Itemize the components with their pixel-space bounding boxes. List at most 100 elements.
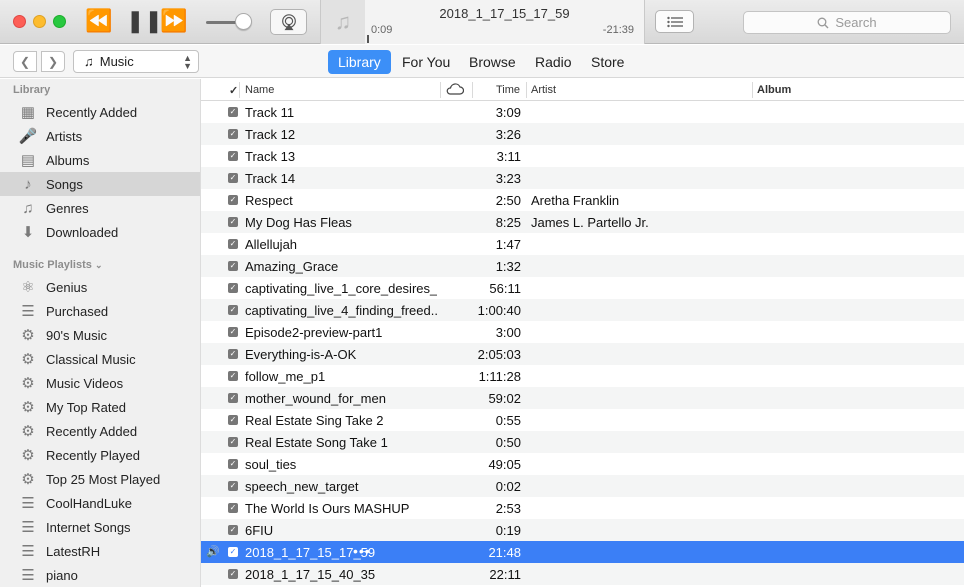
table-row[interactable]: ✓ speech_new_target 0:02 — [201, 475, 964, 497]
sidebar-item-downloaded[interactable]: ⬇ Downloaded — [0, 220, 200, 244]
media-kind-select[interactable]: ♫ Music ▲ ▼ — [73, 50, 199, 73]
window-close-button[interactable] — [13, 15, 26, 28]
track-time: 22:11 — [489, 567, 521, 582]
row-checkbox[interactable]: ✓ — [228, 305, 238, 315]
more-options-button[interactable]: ••• — [353, 543, 371, 559]
row-checkbox[interactable]: ✓ — [228, 195, 238, 205]
row-checkbox[interactable]: ✓ — [228, 349, 238, 359]
table-row[interactable]: ✓ follow_me_p1 1:11:28 — [201, 365, 964, 387]
table-row[interactable]: ✓ Track 12 3:26 — [201, 123, 964, 145]
table-row[interactable]: ✓ Amazing_Grace 1:32 — [201, 255, 964, 277]
table-row[interactable]: ✓ Real Estate Song Take 1 0:50 — [201, 431, 964, 453]
gear-icon: ⚙ — [21, 399, 35, 416]
row-checkbox[interactable]: ✓ — [228, 459, 238, 469]
volume-knob[interactable] — [235, 13, 252, 30]
row-checkbox[interactable]: ✓ — [228, 547, 238, 557]
tab-radio[interactable]: Radio — [525, 50, 582, 74]
table-row[interactable]: ✓ soul_ties 49:05 — [201, 453, 964, 475]
tab-library[interactable]: Library — [328, 50, 391, 74]
row-checkbox[interactable]: ✓ — [228, 415, 238, 425]
sidebar-item-songs[interactable]: ♪ Songs — [0, 172, 200, 196]
table-row[interactable]: ✓ The World Is Ours MASHUP 2:53 — [201, 497, 964, 519]
sidebar-item-artists[interactable]: 🎤 Artists — [0, 124, 200, 148]
table-row[interactable]: ✓ Episode2-preview-part1 3:00 — [201, 321, 964, 343]
sidebar-item-internet-songs[interactable]: ☰ Internet Songs — [0, 515, 200, 539]
playlists-header[interactable]: Music Playlists ⌄ — [13, 259, 102, 271]
row-checkbox[interactable]: ✓ — [228, 481, 238, 491]
music-note-icon: ♫ — [84, 54, 94, 69]
playlists-header-label: Music Playlists — [13, 259, 92, 271]
sidebar-item-albums[interactable]: ▤ Albums — [0, 148, 200, 172]
sidebar-item-recently-played[interactable]: ⚙ Recently Played — [0, 443, 200, 467]
table-row[interactable]: ✓ Track 14 3:23 — [201, 167, 964, 189]
track-name: Track 13 — [245, 149, 296, 164]
row-checkbox[interactable]: ✓ — [228, 173, 238, 183]
row-checkbox[interactable]: ✓ — [228, 393, 238, 403]
window-zoom-button[interactable] — [53, 15, 66, 28]
sidebar-item-top-25-most-played[interactable]: ⚙ Top 25 Most Played — [0, 467, 200, 491]
table-row[interactable]: ✓ Everything-is-A-OK 2:05:03 — [201, 343, 964, 365]
row-checkbox[interactable]: ✓ — [228, 261, 238, 271]
sidebar-item-label: Internet Songs — [46, 519, 131, 535]
column-time[interactable]: Time — [496, 84, 520, 96]
table-row[interactable]: ✓ Respect 2:50 Aretha Franklin — [201, 189, 964, 211]
sidebar-item-recently-added[interactable]: ▦ Recently Added — [0, 100, 200, 124]
table-row[interactable]: ✓ 6FIU 0:19 — [201, 519, 964, 541]
table-row[interactable]: ✓ captivating_live_4_finding_freed... 1:00… — [201, 299, 964, 321]
sidebar-item-label: Recently Added — [46, 104, 138, 120]
table-row[interactable]: ✓ mother_wound_for_men 59:02 — [201, 387, 964, 409]
forward-button[interactable]: ❯ — [41, 51, 65, 72]
row-checkbox[interactable]: ✓ — [228, 107, 238, 117]
window-minimize-button[interactable] — [33, 15, 46, 28]
row-checkbox[interactable]: ✓ — [228, 217, 238, 227]
row-checkbox[interactable]: ✓ — [228, 151, 238, 161]
column-album[interactable]: Album — [757, 84, 791, 96]
sidebar-item-piano[interactable]: ☰ piano — [0, 563, 200, 587]
table-row[interactable]: 🔊 ✓ 2018_1_17_15_17_59 ••• 21:48 — [201, 541, 964, 563]
tab-for-you[interactable]: For You — [392, 50, 460, 74]
track-name: captivating_live_1_core_desires_... — [245, 281, 437, 296]
progress-head[interactable] — [367, 35, 369, 43]
table-row[interactable]: ✓ Track 11 3:09 — [201, 101, 964, 123]
row-checkbox[interactable]: ✓ — [228, 503, 238, 513]
table-header: ✓ Name Time Artist Album — [201, 79, 964, 101]
table-row[interactable]: ✓ captivating_live_1_core_desires_... 56:1… — [201, 277, 964, 299]
table-row[interactable]: ✓ Real Estate Sing Take 2 0:55 — [201, 409, 964, 431]
up-next-button[interactable] — [655, 10, 694, 33]
table-row[interactable]: ✓ 2018_1_17_15_40_35 22:11 — [201, 563, 964, 585]
row-checkbox[interactable]: ✓ — [228, 371, 238, 381]
tab-store[interactable]: Store — [581, 50, 634, 74]
row-checkbox[interactable]: ✓ — [228, 437, 238, 447]
sidebar-item-90-s-music[interactable]: ⚙ 90's Music — [0, 323, 200, 347]
sidebar-item-recently-added[interactable]: ⚙ Recently Added — [0, 419, 200, 443]
table-row[interactable]: ✓ Allellujah 1:47 — [201, 233, 964, 255]
row-checkbox[interactable]: ✓ — [228, 129, 238, 139]
sidebar-item-genius[interactable]: ⚛ Genius — [0, 275, 200, 299]
progress-scrubber[interactable] — [365, 35, 644, 43]
row-checkbox[interactable]: ✓ — [228, 569, 238, 579]
cloud-icon[interactable] — [446, 83, 465, 98]
sidebar-item-latestrh[interactable]: ☰ LatestRH — [0, 539, 200, 563]
sidebar-item-classical-music[interactable]: ⚙ Classical Music — [0, 347, 200, 371]
row-checkbox[interactable]: ✓ — [228, 525, 238, 535]
rewind-icon[interactable]: ⏪ — [85, 10, 112, 32]
column-name[interactable]: Name — [245, 84, 274, 96]
sidebar-item-music-videos[interactable]: ⚙ Music Videos — [0, 371, 200, 395]
airplay-button[interactable] — [270, 9, 307, 35]
table-row[interactable]: ✓ My Dog Has Fleas 8:25 James L. Partello J… — [201, 211, 964, 233]
sidebar-item-genres[interactable]: ♫ Genres — [0, 196, 200, 220]
sidebar-item-purchased[interactable]: ☰ Purchased — [0, 299, 200, 323]
sidebar-item-coolhandluke[interactable]: ☰ CoolHandLuke — [0, 491, 200, 515]
search-field[interactable]: Search — [743, 11, 951, 34]
column-check[interactable]: ✓ — [229, 84, 238, 97]
row-checkbox[interactable]: ✓ — [228, 283, 238, 293]
row-checkbox[interactable]: ✓ — [228, 239, 238, 249]
row-checkbox[interactable]: ✓ — [228, 327, 238, 337]
tab-browse[interactable]: Browse — [459, 50, 526, 74]
back-button[interactable]: ❮ — [13, 51, 37, 72]
column-artist[interactable]: Artist — [531, 84, 556, 96]
fast-forward-icon[interactable]: ⏩ — [160, 10, 187, 32]
table-row[interactable]: ✓ Track 13 3:11 — [201, 145, 964, 167]
sidebar-item-my-top-rated[interactable]: ⚙ My Top Rated — [0, 395, 200, 419]
pause-icon[interactable]: ❚❚ — [126, 10, 163, 32]
